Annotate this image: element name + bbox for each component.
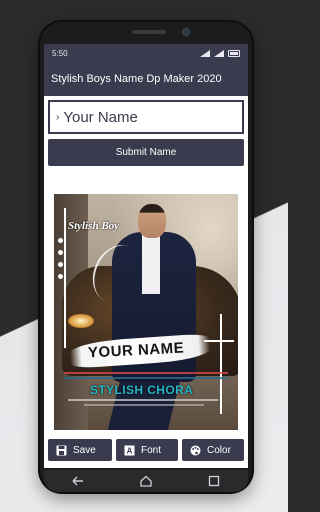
back-icon[interactable] (71, 474, 85, 488)
frame-dot (58, 250, 63, 255)
color-button[interactable]: Color (182, 439, 244, 461)
decor-line (64, 377, 228, 379)
palette-icon (190, 445, 201, 456)
home-icon[interactable] (139, 474, 153, 488)
color-label: Color (207, 444, 231, 456)
status-icons (200, 49, 240, 57)
photo-headlight (68, 314, 94, 328)
frame-dot (58, 238, 63, 243)
status-time: 5:50 (52, 48, 68, 58)
name-input-field[interactable]: › (48, 100, 244, 134)
status-bar: 5:50 (44, 44, 248, 62)
signal-icon (214, 49, 224, 57)
phone-frame: 5:50 Stylish Boys Name Dp Maker 2020 › S… (40, 22, 252, 492)
stylish-boy-badge: Stylish Boy (68, 220, 120, 232)
app-screen: 5:50 Stylish Boys Name Dp Maker 2020 › S… (44, 44, 248, 468)
font-label: Font (141, 444, 162, 456)
name-input[interactable] (63, 108, 234, 126)
decor-line (84, 404, 204, 406)
frame-dot (58, 262, 63, 267)
chevron-right-icon: › (56, 111, 60, 123)
bottom-toolbar: Save A Font Color (44, 432, 248, 468)
photo-man-head (138, 204, 166, 238)
decor-line (64, 372, 228, 374)
save-icon (56, 445, 67, 456)
frame-line (64, 208, 66, 348)
system-nav-bar (44, 470, 248, 492)
svg-text:A: A (127, 446, 133, 455)
submit-name-label: Submit Name (115, 147, 177, 158)
frame-dot (58, 274, 63, 279)
app-title: Stylish Boys Name Dp Maker 2020 (51, 73, 222, 85)
save-button[interactable]: Save (48, 439, 112, 461)
submit-name-button[interactable]: Submit Name (48, 139, 244, 166)
save-label: Save (73, 444, 96, 456)
decor-line (68, 399, 218, 401)
font-button[interactable]: A Font (116, 439, 178, 461)
subtitle-overlay-text: STYLISH CHORA (90, 383, 194, 397)
recents-icon[interactable] (207, 474, 221, 488)
dp-preview-image: Stylish Boy YOUR NAME STYLISH CHORA (54, 194, 238, 430)
battery-icon (228, 49, 240, 57)
frame-line (220, 314, 222, 414)
app-bar: Stylish Boys Name Dp Maker 2020 (44, 62, 248, 96)
font-icon: A (124, 445, 135, 456)
signal-icon (200, 49, 210, 57)
earpiece (132, 30, 166, 34)
front-camera (182, 28, 190, 36)
